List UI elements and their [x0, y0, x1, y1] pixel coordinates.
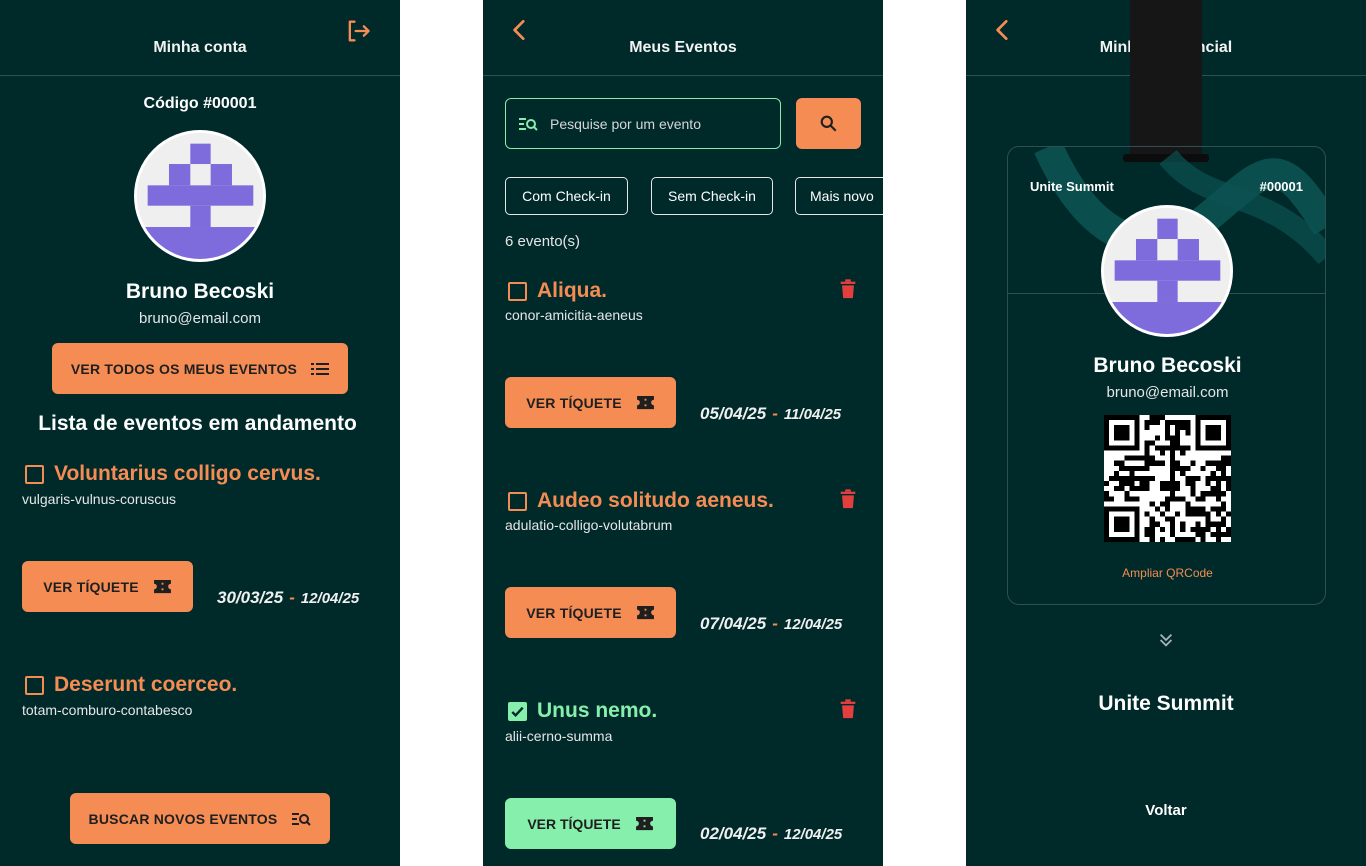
ticket-icon	[636, 395, 654, 410]
ticket-button[interactable]: VER TÍQUETE	[505, 798, 676, 849]
page-title: Minha conta	[153, 39, 247, 56]
my-events-screen: Meus Eventos Pesquise por um evento Com …	[483, 0, 883, 866]
start-date: 02/04/25	[700, 824, 767, 843]
ticket-label: VER TÍQUETE	[526, 394, 622, 411]
ticket-label: VER TÍQUETE	[526, 604, 622, 621]
date-separator: -	[772, 614, 778, 633]
event-dates: 30/03/25-12/04/25	[217, 588, 359, 608]
event-slug: alii-cerno-summa	[505, 728, 613, 744]
start-date: 30/03/25	[217, 588, 284, 607]
event-dates: 07/04/25-12/04/25	[700, 614, 842, 634]
end-date: 12/04/25	[783, 616, 843, 633]
credential-card: Unite Summit #00001 Bruno Becoski bruno@…	[1007, 146, 1326, 605]
checkbox-icon[interactable]	[508, 282, 527, 301]
filter-newest[interactable]: Mais novo	[795, 177, 883, 215]
account-screen: Minha conta Código #00001 Bruno Becoski …	[0, 0, 400, 866]
search-list-icon	[292, 812, 312, 826]
end-date: 11/04/25	[783, 406, 842, 423]
ticket-button[interactable]: VER TÍQUETE	[505, 587, 676, 638]
back-button[interactable]: Voltar	[1116, 802, 1216, 819]
ticket-label: VER TÍQUETE	[527, 815, 621, 832]
all-events-label: VER TODOS OS MEUS EVENTOS	[70, 360, 298, 377]
event-slug: vulgaris-vulnus-coruscus	[22, 491, 177, 507]
date-separator: -	[772, 404, 778, 423]
qr-code[interactable]	[1104, 415, 1231, 542]
ticket-label: VER TÍQUETE	[43, 578, 139, 595]
avatar-pattern-icon	[137, 133, 263, 259]
filter-no-check-in[interactable]: Sem Check-in	[651, 177, 773, 215]
trash-icon[interactable]	[837, 488, 859, 510]
date-separator: -	[772, 824, 778, 843]
search-input[interactable]: Pesquise por um evento	[505, 98, 781, 149]
search-new-events-button[interactable]: BUSCAR NOVOS EVENTOS	[70, 793, 330, 844]
search-button[interactable]	[796, 98, 861, 149]
badge-event-name: Unite Summit	[1030, 179, 1114, 194]
page-title: Meus Eventos	[629, 39, 737, 56]
start-date: 07/04/25	[700, 614, 767, 633]
badge-code: #00001	[1259, 179, 1303, 194]
account-header: Minha conta	[0, 0, 400, 76]
badge-user-name: Bruno Becoski	[1093, 354, 1242, 377]
search-new-events-label: BUSCAR NOVOS EVENTOS	[88, 810, 278, 827]
checkbox-icon[interactable]	[25, 465, 44, 484]
event-slug: conor-amicitia-aeneus	[505, 307, 643, 323]
avatar	[134, 130, 266, 262]
event-title[interactable]: Deserunt coerceo.	[54, 673, 237, 697]
enlarge-qr-link[interactable]: Ampliar QRCode	[1008, 566, 1325, 580]
ticket-button[interactable]: VER TÍQUETE	[22, 561, 193, 612]
search-list-icon	[519, 117, 538, 131]
chevron-double-down-icon[interactable]	[1157, 631, 1175, 649]
filter-check-in[interactable]: Com Check-in	[505, 177, 628, 215]
user-code: Código #00001	[143, 95, 257, 112]
event-slug: adulatio-colligo-volutabrum	[505, 517, 673, 533]
all-events-button[interactable]: VER TODOS OS MEUS EVENTOS	[52, 343, 348, 394]
end-date: 12/04/25	[300, 590, 360, 607]
start-date: 05/04/25	[700, 404, 767, 423]
user-email: bruno@email.com	[139, 310, 261, 327]
footer-event-name: Unite Summit	[1098, 692, 1234, 715]
event-dates: 05/04/25-11/04/25	[700, 404, 841, 424]
ticket-button[interactable]: VER TÍQUETE	[505, 377, 676, 428]
checkbox-icon[interactable]	[508, 492, 527, 511]
event-dates: 02/04/25-12/04/25	[700, 824, 842, 844]
trash-icon[interactable]	[837, 278, 859, 300]
events-count: 6 evento(s)	[505, 233, 581, 250]
date-separator: -	[289, 588, 295, 607]
event-slug: totam-comburo-contabesco	[22, 702, 193, 718]
section-title: Lista de eventos em andamento	[38, 412, 357, 435]
list-icon	[311, 362, 330, 375]
avatar	[1101, 205, 1233, 337]
my-events-header: Meus Eventos	[483, 0, 883, 76]
check-icon	[511, 706, 524, 718]
checkbox-checked-icon[interactable]	[508, 702, 527, 721]
credential-screen: Minha Credencial Unite Summit #00001 Bru…	[966, 0, 1366, 866]
event-title[interactable]: Aliqua.	[537, 279, 607, 303]
user-name: Bruno Becoski	[125, 280, 275, 303]
checkbox-icon[interactable]	[25, 676, 44, 695]
search-icon	[820, 115, 837, 132]
qr-code-icon	[1104, 415, 1231, 542]
ticket-icon	[635, 816, 653, 831]
ticket-icon	[153, 579, 171, 594]
logout-icon[interactable]	[344, 17, 372, 45]
event-title[interactable]: Audeo solitudo aeneus.	[537, 489, 774, 513]
event-title[interactable]: Unus nemo.	[537, 699, 657, 723]
event-title[interactable]: Voluntarius colligo cervus.	[54, 462, 321, 486]
trash-icon[interactable]	[837, 698, 859, 720]
badge-user-email: bruno@email.com	[1106, 384, 1229, 401]
lanyard-strap	[1130, 0, 1202, 160]
ticket-icon	[636, 605, 654, 620]
search-placeholder: Pesquise por um evento	[550, 115, 701, 132]
avatar-pattern-icon	[1104, 208, 1230, 334]
end-date: 12/04/25	[783, 826, 843, 843]
